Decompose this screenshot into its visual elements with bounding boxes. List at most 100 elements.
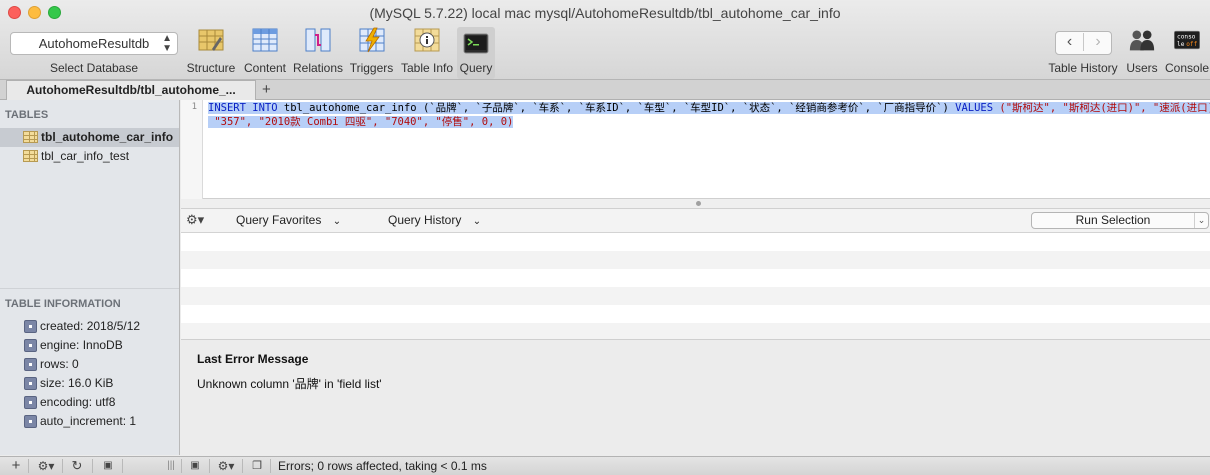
users-label: Users [1126, 61, 1158, 75]
toolbar-structure-label: Structure [186, 61, 236, 75]
sidebar: TABLES tbl_autohome_car_info tbl_car_inf… [0, 100, 180, 455]
info-bullet-icon [24, 320, 37, 333]
sidebar-table-label: tbl_car_info_test [41, 149, 130, 163]
table-icon [23, 150, 38, 162]
status-separator [62, 459, 63, 473]
info-bullet-icon [24, 339, 37, 352]
sidebar-table-item[interactable]: tbl_car_info_test [0, 147, 179, 166]
status-message: Errors; 0 rows affected, taking < 0.1 ms [278, 459, 487, 473]
svg-text:le: le [1177, 41, 1185, 48]
table-information-header: TABLE INFORMATION [5, 298, 121, 310]
tables-section-header: TABLES [5, 109, 49, 121]
gear-menu-icon[interactable]: ⚙▾ [186, 212, 204, 228]
relations-icon [305, 28, 331, 52]
query-history-popup[interactable]: Query History ⌄ [388, 213, 481, 227]
triggers-icon [359, 27, 384, 53]
resize-handle-icon[interactable]: ||| [165, 457, 177, 475]
sidebar-divider [0, 288, 179, 289]
users-button[interactable]: Users [1124, 27, 1160, 79]
toolbar-structure-button[interactable]: Structure [186, 27, 236, 79]
table-history-button[interactable]: Table History [1047, 61, 1119, 77]
chevron-down-icon: ⌄ [472, 216, 482, 227]
table-info-text: created: 2018/5/12 [40, 319, 141, 333]
splitter-handle-icon [696, 201, 701, 206]
table-info-engine: engine: InnoDB [0, 336, 179, 355]
sql-text[interactable]: INSERT INTO tbl_autohome_car_info (`品牌`,… [208, 101, 1210, 129]
table-info-size: size: 16.0 KiB [0, 374, 179, 393]
structure-icon [198, 29, 224, 51]
toolbar-triggers-button[interactable]: Triggers [349, 27, 394, 79]
database-select-value: AutohomeResultdb [38, 36, 150, 51]
database-select[interactable]: AutohomeResultdb ▲ ▼ [10, 32, 178, 55]
info-bullet-icon [24, 415, 37, 428]
up-down-arrows-icon: ▲ ▼ [162, 33, 172, 54]
sql-values: ("斯柯达", "斯柯达(进口)", "速派(进口)", [993, 102, 1210, 114]
svg-text:off: off [1186, 41, 1197, 48]
table-icon [23, 131, 38, 143]
window-title: (MySQL 5.7.22) local mac mysql/AutohomeR… [369, 5, 841, 21]
history-back-icon[interactable]: ‹ [1056, 33, 1084, 51]
toolbar-table-info-button[interactable]: Table Info [400, 27, 454, 79]
sql-keyword: INSERT INTO [208, 102, 278, 114]
toolbar-query-label: Query [459, 61, 493, 75]
gear-menu-icon[interactable]: ⚙▾ [214, 457, 238, 475]
run-selection-label: Run Selection [1075, 213, 1151, 227]
table-info-auto-increment: auto_increment: 1 [0, 412, 179, 431]
database-select-caption: Select Database [49, 61, 139, 75]
query-history-label: Query History [388, 213, 462, 227]
line-number-gutter: 1 [181, 100, 203, 199]
table-info-icon [414, 28, 440, 52]
sql-values-continued: "357", "2010款 Combi 四驱", "7040", "停售", 0… [208, 116, 514, 128]
console-icon: conso le off [1174, 30, 1200, 50]
table-history-label: Table History [1048, 61, 1118, 75]
query-toolbar: ⚙▾ Query Favorites ⌄ Query History ⌄ Run… [181, 209, 1210, 233]
tab-bar: AutohomeResultdb/tbl_autohome_... + [0, 80, 1210, 100]
table-row [181, 287, 1210, 305]
add-tab-button[interactable]: + [262, 80, 271, 99]
error-title: Last Error Message [197, 352, 309, 366]
console-button[interactable]: conso le off Console [1165, 27, 1209, 79]
window-toolbar: (MySQL 5.7.22) local mac mysql/AutohomeR… [0, 0, 1210, 80]
table-info-encoding: encoding: utf8 [0, 393, 179, 412]
refresh-icon[interactable]: ↻ [68, 457, 86, 475]
chevron-down-icon[interactable]: ⌄ [1194, 213, 1208, 228]
toolbar-content-label: Content [243, 61, 287, 75]
sql-keyword: VALUES [955, 102, 994, 114]
sql-editor[interactable]: 1 INSERT INTO tbl_autohome_car_info (`品牌… [181, 100, 1210, 199]
toolbar-relations-button[interactable]: Relations [293, 27, 343, 79]
history-forward-icon[interactable]: › [1084, 33, 1112, 51]
users-icon [1129, 30, 1155, 51]
error-panel: Last Error Message Unknown column '品牌' i… [181, 339, 1210, 455]
line-number: 1 [191, 102, 197, 112]
chevron-down-icon: ⌄ [332, 216, 342, 227]
copy-icon[interactable]: ❐ [248, 457, 266, 475]
toolbar-query-button[interactable]: Query [457, 27, 495, 79]
results-table[interactable] [181, 233, 1210, 339]
status-separator [209, 459, 210, 473]
sidebar-table-item[interactable]: tbl_autohome_car_info [0, 128, 179, 147]
query-favorites-popup[interactable]: Query Favorites ⌄ [236, 213, 341, 227]
tab-autohome-car-info[interactable]: AutohomeResultdb/tbl_autohome_... [6, 80, 256, 100]
filter-toggle-icon[interactable]: ▣ [100, 457, 116, 475]
table-info-text: engine: InnoDB [40, 338, 123, 352]
toolbar-table-info-label: Table Info [400, 61, 454, 75]
sidebar-table-label: tbl_autohome_car_info [41, 130, 174, 144]
editor-splitter[interactable] [181, 199, 1210, 209]
error-message: Unknown column '品牌' in 'field list' [197, 377, 382, 391]
status-separator [28, 459, 29, 473]
table-info-text: size: 16.0 KiB [40, 376, 114, 390]
status-separator [242, 459, 243, 473]
table-row [181, 251, 1210, 269]
console-label: Console [1165, 61, 1210, 75]
table-row [181, 269, 1210, 287]
toolbar-content-button[interactable]: Content [243, 27, 287, 79]
run-selection-button[interactable]: Run Selection ⌄ [1031, 212, 1209, 229]
table-info-text: rows: 0 [40, 357, 79, 371]
status-separator [181, 459, 182, 473]
info-bullet-icon [24, 396, 37, 409]
add-table-icon[interactable]: + [8, 457, 24, 475]
sql-table-columns: tbl_autohome_car_info (`品牌`, `子品牌`, `车系`… [277, 102, 956, 114]
gear-menu-icon[interactable]: ⚙▾ [34, 457, 58, 475]
filter-toggle-icon[interactable]: ▣ [187, 457, 203, 475]
table-row [181, 305, 1210, 323]
